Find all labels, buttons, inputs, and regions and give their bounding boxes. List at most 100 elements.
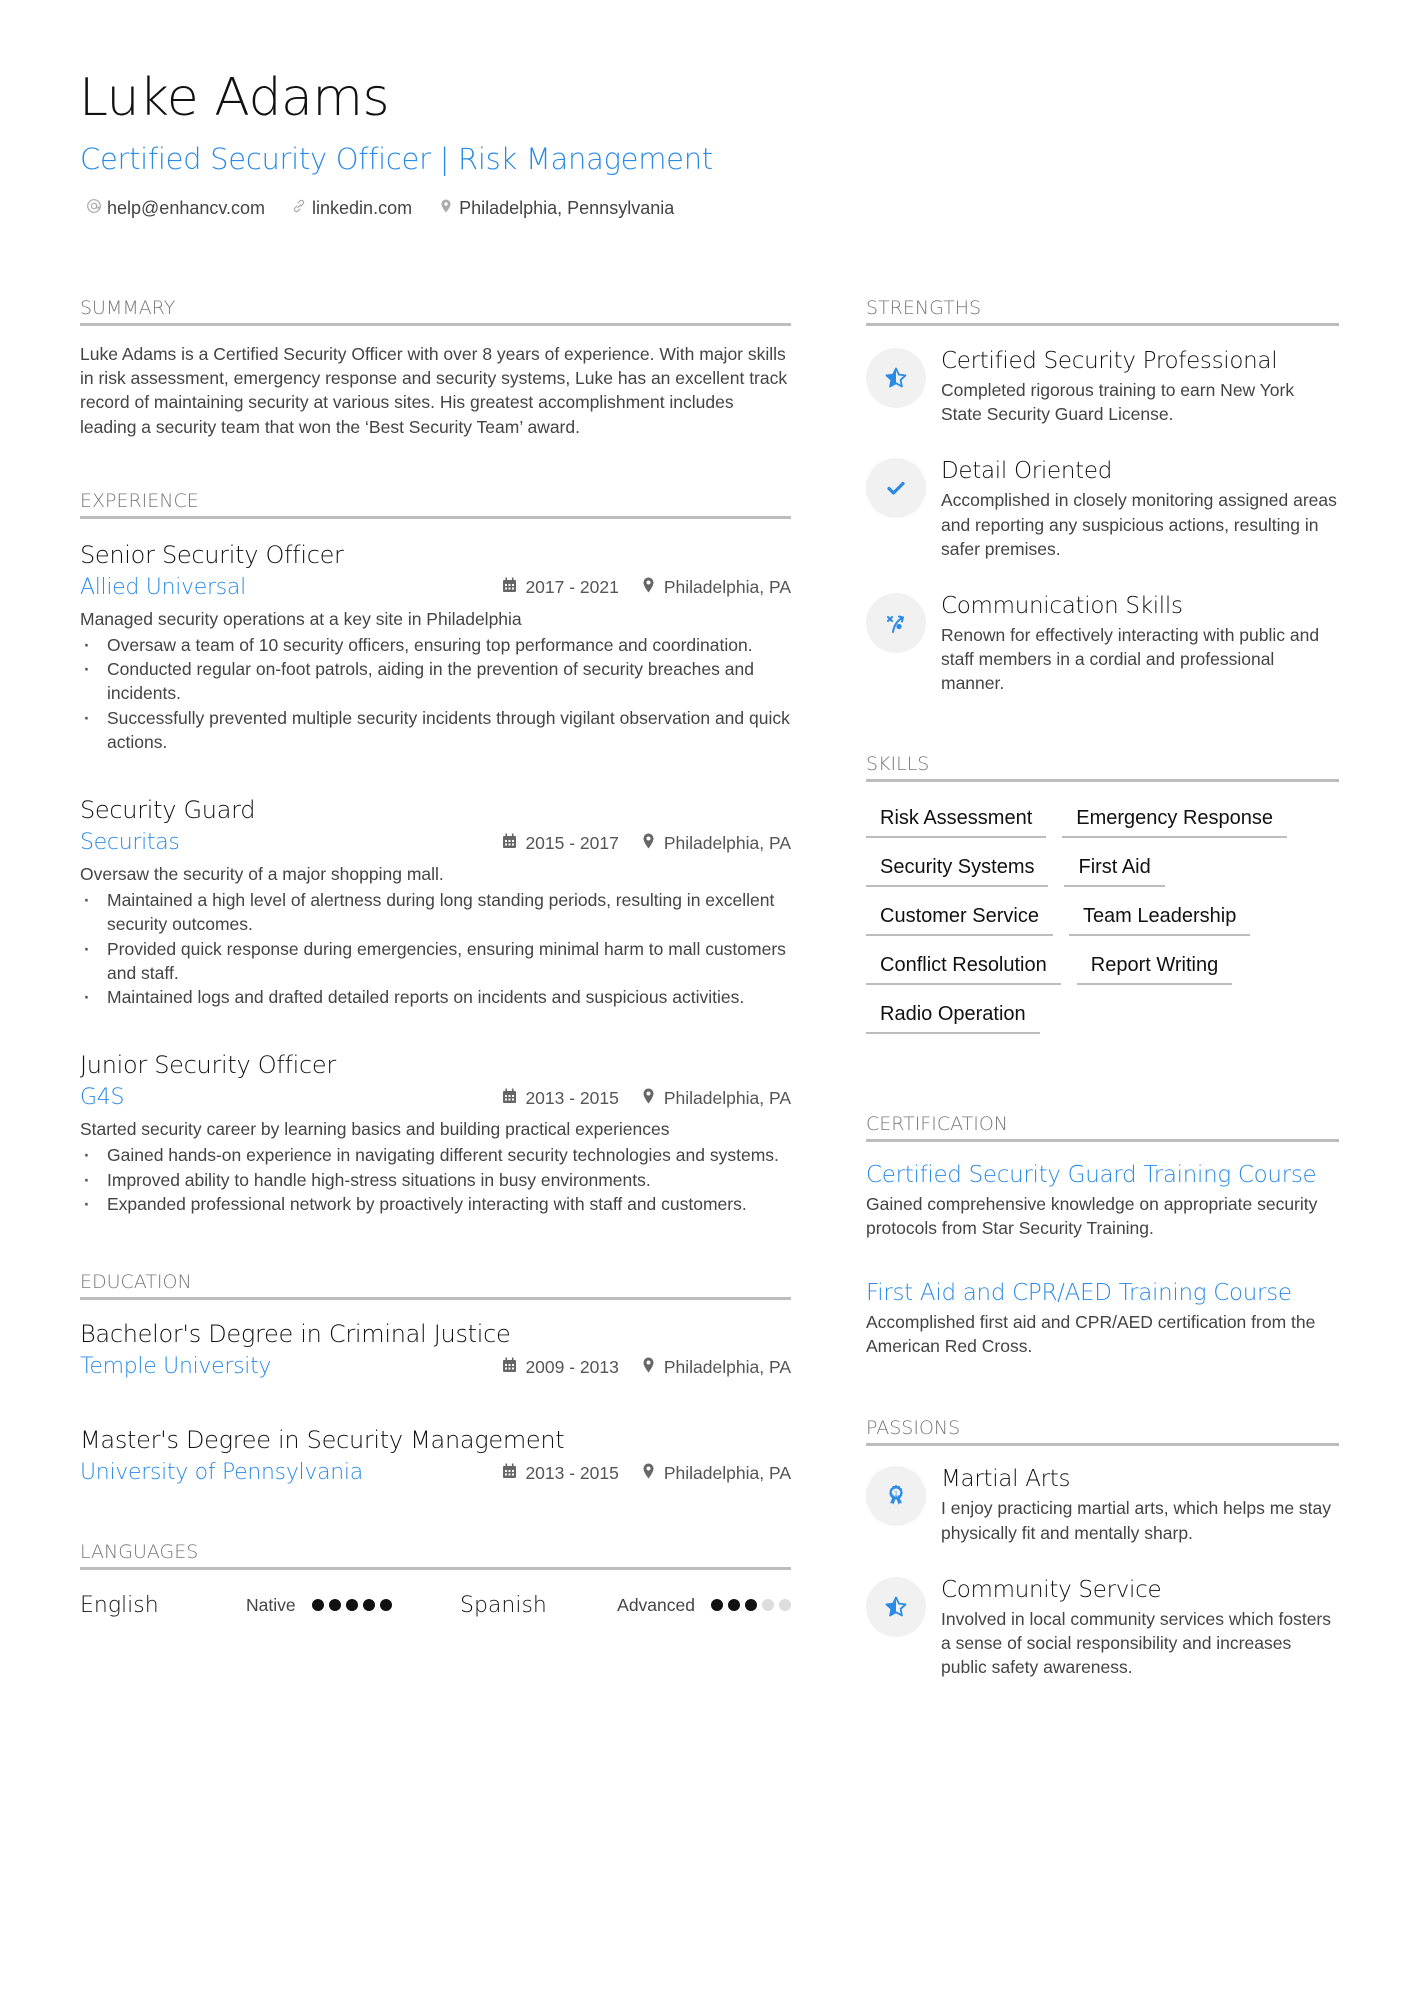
proficiency-dot-empty bbox=[779, 1599, 791, 1612]
proficiency-dot-filled bbox=[345, 1599, 358, 1612]
bullet-item: Maintained a high level of alertness dur… bbox=[80, 888, 791, 936]
bullet-item: Conducted regular on-foot patrols, aidin… bbox=[80, 657, 791, 705]
calendar-icon bbox=[502, 1463, 517, 1484]
education-item: Master's Degree in Security Management U… bbox=[80, 1424, 791, 1488]
strength-title: Certified Security Professional bbox=[941, 348, 1278, 374]
location-pin-icon bbox=[641, 1463, 656, 1484]
contact-email[interactable]: help@enhancv.com bbox=[86, 198, 265, 219]
language-item: English Native bbox=[80, 1593, 460, 1618]
skill-tag: First Aid bbox=[1064, 851, 1165, 887]
education-section: EDUCATION Bachelor's Degree in Criminal … bbox=[80, 1270, 791, 1488]
section-heading: EDUCATION bbox=[80, 1270, 791, 1301]
passion-description: I enjoy practicing martial arts, which h… bbox=[941, 1498, 1332, 1543]
skill-tag: Report Writing bbox=[1076, 949, 1233, 985]
strength-item: Certified Security Professional Complete… bbox=[866, 346, 1339, 426]
location-pin-icon bbox=[641, 577, 656, 598]
location-pin-icon bbox=[641, 833, 656, 854]
candidate-title: Certified Security Officer | Risk Manage… bbox=[80, 142, 713, 176]
job-bullets: Maintained a high level of alertness dur… bbox=[80, 888, 791, 1009]
language-proficiency-dots bbox=[711, 1599, 791, 1612]
contact-linkedin[interactable]: linkedin.com bbox=[291, 198, 412, 219]
strategy-icon bbox=[866, 593, 926, 654]
job-dates: 2013 - 2015 bbox=[525, 1087, 619, 1108]
job-title: Security Guard bbox=[80, 796, 256, 825]
checkmark-icon bbox=[866, 458, 926, 519]
candidate-name: Luke Adams bbox=[79, 68, 390, 128]
certification-item: Certified Security Guard Training Course… bbox=[866, 1160, 1339, 1240]
proficiency-dot-filled bbox=[379, 1599, 392, 1612]
bullet-item: Oversaw a team of 10 security officers, … bbox=[80, 633, 791, 657]
language-level: Advanced bbox=[617, 1594, 695, 1615]
strengths-section: STRENGTHS Certified Security Professiona… bbox=[866, 296, 1339, 696]
proficiency-dot-filled bbox=[362, 1599, 375, 1612]
summary-section: SUMMARY Luke Adams is a Certified Securi… bbox=[80, 296, 791, 439]
job-description: Oversaw the security of a major shopping… bbox=[80, 864, 444, 885]
passion-item: Community Service Involved in local comm… bbox=[866, 1575, 1339, 1680]
company-name: Securitas bbox=[80, 830, 180, 856]
bullet-item: Improved ability to handle high-stress s… bbox=[80, 1168, 791, 1192]
certification-description: Gained comprehensive knowledge on approp… bbox=[866, 1193, 1318, 1238]
job-dates: 2015 - 2017 bbox=[525, 832, 619, 853]
languages-section: LANGUAGES English Native Spanish Advance… bbox=[80, 1540, 791, 1622]
skill-tag: Security Systems bbox=[866, 851, 1049, 887]
strength-item: Detail Oriented Accomplished in closely … bbox=[866, 456, 1339, 561]
skills-list: Risk Assessment Emergency Response Secur… bbox=[866, 802, 1339, 1034]
proficiency-dot-filled bbox=[745, 1599, 757, 1612]
experience-section: EXPERIENCE Senior Security Officer Allie… bbox=[80, 489, 791, 1216]
strength-description: Renown for effectively interacting with … bbox=[941, 625, 1320, 694]
location-pin-icon bbox=[641, 1357, 656, 1378]
section-heading: SUMMARY bbox=[80, 296, 791, 326]
contact-info: help@enhancv.com linkedin.com Philadelph… bbox=[86, 198, 674, 219]
location-pin-icon bbox=[438, 198, 454, 219]
job-location: Philadelphia, PA bbox=[663, 1087, 791, 1108]
calendar-icon bbox=[502, 833, 517, 854]
bullet-item: Gained hands-on experience in navigating… bbox=[80, 1143, 791, 1167]
proficiency-dot-empty bbox=[762, 1599, 774, 1612]
calendar-icon bbox=[502, 1088, 517, 1109]
proficiency-dot-filled bbox=[328, 1599, 341, 1612]
education-item: Bachelor's Degree in Criminal Justice Te… bbox=[80, 1318, 791, 1382]
education-dates: 2013 - 2015 bbox=[525, 1462, 619, 1483]
bullet-item: Successfully prevented multiple security… bbox=[80, 706, 791, 754]
certification-item: First Aid and CPR/AED Training Course Ac… bbox=[866, 1278, 1339, 1358]
skill-tag: Emergency Response bbox=[1062, 802, 1288, 838]
strength-description: Completed rigorous training to earn New … bbox=[941, 380, 1295, 425]
language-proficiency-dots bbox=[311, 1599, 392, 1612]
language-name: English bbox=[80, 1592, 159, 1618]
job-location: Philadelphia, PA bbox=[663, 577, 791, 598]
calendar-icon bbox=[502, 577, 517, 598]
skill-tag: Risk Assessment bbox=[866, 802, 1047, 838]
language-level: Native bbox=[246, 1594, 296, 1615]
language-name: Spanish bbox=[460, 1592, 547, 1618]
left-column: SUMMARY Luke Adams is a Certified Securi… bbox=[80, 296, 791, 1622]
school-name: Temple University bbox=[80, 1354, 272, 1380]
school-name: University of Pennsylvania bbox=[80, 1460, 363, 1486]
experience-item: Security Guard Securitas 2015 - 2017 Phi… bbox=[80, 794, 791, 1009]
company-name: Allied Universal bbox=[80, 574, 246, 600]
passion-item: 1 Martial Arts I enjoy practicing martia… bbox=[866, 1464, 1339, 1544]
section-heading: PASSIONS bbox=[866, 1416, 1339, 1447]
company-name: G4S bbox=[80, 1085, 125, 1111]
bullet-item: Expanded professional network by proacti… bbox=[80, 1192, 791, 1216]
degree-title: Master's Degree in Security Management bbox=[80, 1426, 565, 1455]
education-location: Philadelphia, PA bbox=[663, 1462, 791, 1483]
star-half-icon bbox=[866, 348, 926, 408]
certification-title: First Aid and CPR/AED Training Course bbox=[866, 1280, 1292, 1307]
contact-linkedin-text: linkedin.com bbox=[312, 198, 413, 218]
passions-section: PASSIONS 1 Martial Arts I enjoy practici… bbox=[866, 1416, 1339, 1679]
link-icon bbox=[291, 198, 307, 219]
job-location: Philadelphia, PA bbox=[663, 832, 791, 853]
certification-description: Accomplished first aid and CPR/AED certi… bbox=[866, 1312, 1316, 1357]
star-half-icon bbox=[866, 1576, 926, 1637]
experience-item: Junior Security Officer G4S 2013 - 2015 … bbox=[80, 1049, 791, 1216]
proficiency-dot-filled bbox=[311, 1599, 324, 1612]
job-bullets: Oversaw a team of 10 security officers, … bbox=[80, 633, 791, 754]
job-description: Managed security operations at a key sit… bbox=[80, 608, 522, 629]
passion-title: Community Service bbox=[941, 1576, 1162, 1603]
job-bullets: Gained hands-on experience in navigating… bbox=[80, 1143, 791, 1216]
passion-title: Martial Arts bbox=[941, 1466, 1071, 1493]
section-heading: EXPERIENCE bbox=[80, 489, 791, 519]
skill-tag: Customer Service bbox=[866, 900, 1053, 936]
skill-tag: Conflict Resolution bbox=[866, 949, 1061, 985]
job-description: Started security career by learning basi… bbox=[80, 1119, 670, 1140]
